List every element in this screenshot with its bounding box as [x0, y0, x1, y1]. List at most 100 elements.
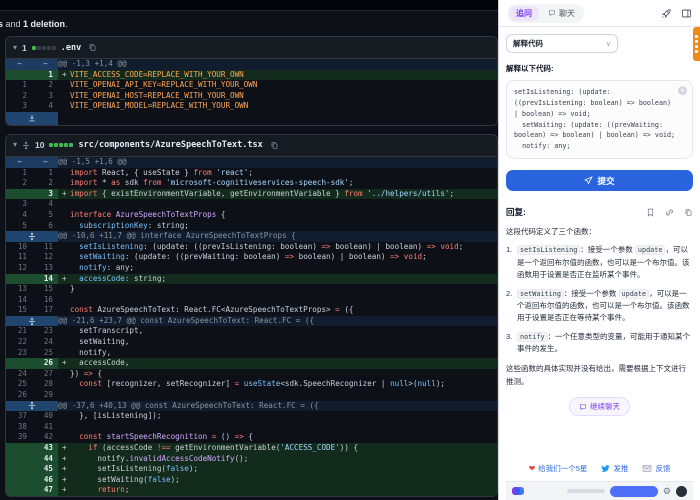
collapse-chevron-icon[interactable]: ▾	[13, 141, 17, 149]
expand-updown-icon[interactable]	[6, 315, 58, 327]
sidebar-header: 追问 聊天	[499, 0, 700, 27]
diff-line-context: 12 13 notify: any;	[17, 262, 135, 272]
submit-button[interactable]: 提交	[506, 170, 693, 192]
diff-line-context: 13 15 }	[17, 284, 75, 294]
diffstat-squares	[31, 45, 56, 50]
link-icon[interactable]	[665, 208, 674, 217]
diff-line-added: 47 + return;	[6, 485, 497, 496]
selected-code-text: setIsListening: (update: ((prevIsListeni…	[514, 88, 676, 151]
settings-gear-icon[interactable]: ⚙	[663, 486, 671, 496]
open-panel-icon[interactable]	[681, 8, 692, 19]
diff-line-context: 15 17 const AzureSpeechToText: React.FC<A…	[17, 305, 354, 315]
copy-path-icon[interactable]	[88, 43, 97, 52]
tab-ask[interactable]: 追问	[509, 5, 539, 21]
reply-list-item: 2. setWaiting ：接受一个参数 update ，可以是一个返回布尔值的函数…	[506, 288, 690, 323]
send-icon	[584, 176, 594, 185]
diff-line-context: 14 16	[17, 294, 53, 304]
hunk-header-row[interactable]: @@ -37,6 +40,13 @@ const AzureSpeechToTe…	[6, 400, 497, 412]
footer-link-mail[interactable]: 反馈	[642, 463, 670, 474]
diff-line-context: 23 VITE_OPENAI_HOST=REPLACE_WITH_YOUR_OW…	[22, 90, 244, 100]
diff-line-added: 46 + setWaiting(false);	[6, 474, 497, 486]
bookmark-icon[interactable]	[646, 208, 655, 217]
diff-line-context: 26 29	[17, 390, 53, 400]
chevron-down-icon: ∨	[605, 40, 611, 48]
hunk-header-row[interactable]: ⋯ ⋯ @@ -1,3 +1,4 @@	[6, 59, 497, 70]
chat-bubble-icon	[580, 403, 586, 410]
top-header-strip	[0, 0, 498, 11]
gear-icon[interactable]: ⚙	[678, 86, 687, 95]
expand-down-row[interactable]	[6, 111, 497, 125]
diff-line-context: 12 VITE_OPENAI_API_KEY=REPLACE_WITH_YOUR…	[22, 80, 258, 90]
diff-line-added: 43 + if (accessCode !== getEnvironmentVar…	[6, 443, 497, 454]
expand-dots[interactable]: ⋯	[6, 59, 32, 70]
diff-panel: s and 1 deletion. ▾ 1 .env ⋯ ⋯ @@ -1,3 +1,4 @…	[0, 0, 498, 500]
expand-updown-icon[interactable]	[6, 400, 58, 412]
diff-line-context: 21 23 setTranscript,	[17, 326, 144, 336]
copy-icon[interactable]	[684, 208, 693, 217]
twitter-icon	[601, 464, 611, 473]
diff-line-context: 25 28 const [recognizer, setRecognizer] =…	[17, 379, 445, 389]
promo-ribbon[interactable]	[693, 27, 700, 61]
expand-dots[interactable]: ⋯	[6, 156, 32, 168]
diff-line-added: 45 + setIsListening(false);	[6, 464, 497, 475]
expand-dots[interactable]: ⋯	[32, 156, 58, 168]
sidebar-tabs: 追问 聊天	[507, 3, 584, 23]
expand-updown-icon[interactable]	[6, 231, 58, 242]
diff-line-context: 37 40 }, [isListening]);	[17, 411, 162, 421]
diff-line-context: 45 interface AzureSpeechToTextProps {	[22, 209, 226, 219]
hunk-header-row[interactable]: ⋯ ⋯ @@ -1,5 +1,6 @@	[6, 156, 497, 168]
diff-line-added: 14 + accessCode: string;	[6, 273, 497, 285]
file-header[interactable]: ▾ 10 src/components/AzureSpeechToText.tsx	[6, 134, 497, 157]
diff-line-context: 22 import * as sdk from 'microsoft-cogni…	[22, 178, 354, 188]
diff-line-context: 10 11 setIsListening: (update: ((prevIsLi…	[17, 241, 464, 251]
collapse-chevron-icon[interactable]: ▾	[13, 43, 17, 52]
diff-line-context: 11 12 setWaiting: (update: ((prevWaiting:…	[17, 252, 427, 262]
footer-link-heart[interactable]: ❤ 给我们一个5星	[529, 463, 588, 474]
diff-line-context: 39 42 const startSpeechRecognition = () =…	[17, 432, 253, 442]
diff-line-added: 1 + VITE_ACCESS_CODE=REPLACE_WITH_YOUR_OWN	[6, 69, 497, 81]
footer-link-twitter[interactable]: 发推	[601, 463, 628, 474]
file-header[interactable]: ▾ 1 .env	[6, 37, 497, 59]
reply-list: 1. setIsListening ：接受一个参数 update ，可以是一个返回布尔…	[506, 244, 693, 361]
diff-line-context: 22 24 setWaiting,	[17, 337, 130, 347]
get-more-button[interactable]	[609, 485, 658, 497]
diff-line-context: 34 VITE_OPENAI_MODEL=REPLACE_WITH_YOUR_O…	[22, 101, 249, 111]
copy-path-icon[interactable]	[270, 141, 279, 150]
bottom-bar: ⚙	[506, 481, 693, 500]
file-name[interactable]: src/components/AzureSpeechToText.tsx	[78, 140, 262, 150]
expand-down-icon[interactable]	[6, 111, 58, 125]
expand-dots[interactable]: ⋯	[32, 59, 58, 70]
hunk-header-row[interactable]: @@ -21,6 +23,7 @@ const AzureSpeechToTex…	[6, 315, 497, 327]
rocket-icon[interactable]	[661, 8, 672, 19]
diff-line-added: 44 + notify.invalidAccessCodeNotify();	[6, 453, 497, 465]
diff-files: ▾ 1 .env ⋯ ⋯ @@ -1,3 +1,4 @@ 1 + VITE_ACCESS_COD…	[0, 36, 498, 497]
diff-line-context: 56 subscriptionKey: string;	[22, 220, 189, 230]
avatar[interactable]	[676, 485, 687, 497]
continue-chat-button[interactable]: 继续聊天	[569, 397, 630, 417]
diff-line-context: 38 41	[17, 421, 53, 431]
file-change-count: 1	[22, 42, 27, 53]
selected-code-block: setIsListening: (update: ((prevIsListeni…	[506, 80, 693, 160]
file-change-count: 10	[35, 140, 45, 151]
prompt-select[interactable]: 解释代码 ∨	[506, 34, 618, 53]
diff-line-context: 11 import React, { useState } from 'reac…	[22, 167, 253, 177]
file-name[interactable]: .env	[61, 43, 81, 53]
reply-intro: 这段代码定义了三个函数：	[506, 227, 596, 237]
hunk-header-row[interactable]: @@ -10,6 +11,7 @@ interface AzureSpeechT…	[6, 231, 497, 242]
heart-icon: ❤	[528, 464, 536, 473]
tab-chat[interactable]: 聊天	[541, 6, 582, 21]
reply-header: 回复:	[506, 206, 693, 218]
prompt-select-value: 解释代码	[513, 39, 543, 48]
unfold-all-icon[interactable]	[22, 141, 30, 150]
diffstat-squares	[49, 143, 74, 148]
diff-line-context: 34	[22, 199, 53, 209]
diff-summary: s and 1 deletion.	[0, 19, 68, 29]
file-card: ▾ 1 .env ⋯ ⋯ @@ -1,3 +1,4 @@ 1 + VITE_ACCESS_COD…	[5, 36, 498, 126]
diff-line-context: 24 27 }) => {	[17, 368, 103, 378]
reply-actions	[646, 208, 693, 217]
app-logo	[512, 486, 525, 496]
prompt-label: 解释以下代码:	[506, 64, 554, 73]
reply-list-item: 1. setIsListening ：接受一个参数 update ，可以是一个返回布尔…	[506, 245, 690, 280]
mail-icon	[642, 464, 652, 473]
usage-text	[566, 489, 605, 493]
